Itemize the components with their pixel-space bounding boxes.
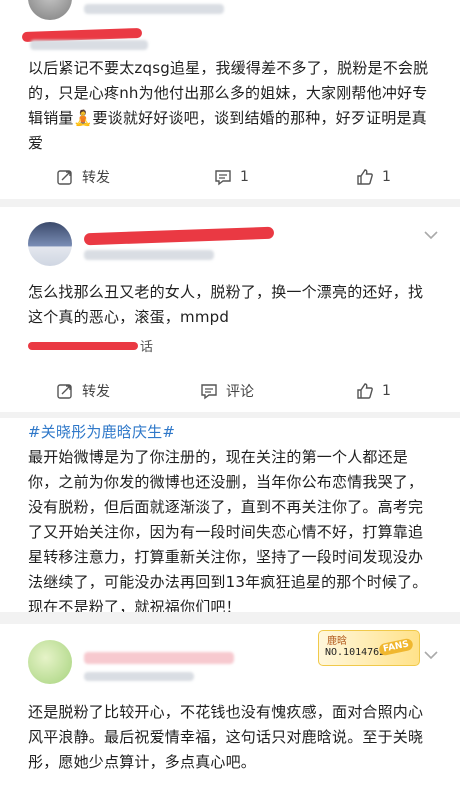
separator	[0, 199, 460, 207]
fan-badge[interactable]: 鹿晗 NO.1014762 FANS	[318, 630, 420, 666]
post1-supertopic-blurred	[30, 40, 148, 50]
post2-avatar[interactable]	[28, 222, 72, 266]
post3-hashtag-link[interactable]: #关晓彤为鹿晗庆生#	[28, 423, 175, 441]
comment-icon	[215, 170, 231, 186]
chevron-down-icon[interactable]	[422, 226, 440, 244]
post2-supertopic-suffix: 话	[140, 340, 154, 355]
chevron-down-icon[interactable]	[422, 646, 440, 664]
fan-badge-fans: FANS	[378, 637, 414, 657]
post2-repost-button[interactable]: 转发	[56, 380, 110, 402]
post1-like-count: 1	[382, 169, 391, 185]
thumbs-up-icon	[357, 383, 373, 399]
post2-supertopic-redacted	[28, 342, 138, 350]
post3-text: 最开始微博是为了你注册的，现在关注的第一个人都还是你，之前为你发的微博也还没删，…	[28, 448, 428, 616]
thumbs-up-icon	[357, 169, 373, 185]
post2-comment-button[interactable]: 评论	[200, 380, 254, 402]
post4-username-blurred	[84, 652, 234, 664]
post2-redacted-username	[83, 226, 275, 246]
fan-badge-number: NO.1014762	[325, 647, 386, 658]
separator	[0, 612, 460, 624]
comment-icon	[201, 384, 217, 400]
post2-text: 怎么找那么丑又老的女人，脱粉了，换一个漂亮的还好，找这个真的恶心，滚蛋，mmpd	[28, 283, 424, 326]
post1-meta-blurred	[84, 4, 224, 14]
post4-meta-blurred	[84, 672, 194, 681]
post1-avatar[interactable]	[28, 0, 72, 20]
post2-repost-label: 转发	[82, 384, 110, 400]
post2-comment-label: 评论	[226, 384, 254, 400]
post2-action-bar: 转发 评论 1	[0, 374, 460, 408]
post1-repost-label: 转发	[82, 170, 110, 186]
post2-like-count: 1	[382, 383, 391, 399]
post1-like-button[interactable]: 1	[356, 166, 391, 188]
repost-icon	[57, 384, 72, 399]
post3-body: #关晓彤为鹿晗庆生# 最开始微博是为了你注册的，现在关注的第一个人都还是你，之前…	[28, 420, 438, 620]
post1-action-bar: 转发 1 1	[0, 160, 460, 194]
post2-like-button[interactable]: 1	[356, 380, 391, 402]
repost-icon	[57, 170, 72, 185]
separator	[0, 412, 460, 418]
post2-meta-blurred	[84, 250, 214, 260]
post1-text: 以后紧记不要太zqsg追星，我缓得差不多了，脱粉是不会脱的，只是心疼nh为他付出…	[28, 59, 429, 152]
post2-supertopic[interactable]: 话	[28, 336, 168, 356]
fan-badge-name: 鹿晗	[327, 636, 347, 647]
post4-text: 还是脱粉了比较开心，不花钱也没有愧疚感，面对合照内心风平浪静。最后祝爱情幸福，这…	[28, 703, 424, 771]
post1-repost-button[interactable]: 转发	[56, 166, 110, 188]
post1-comment-button[interactable]: 1	[214, 166, 249, 188]
post1-comment-count: 1	[240, 169, 249, 185]
post4-avatar[interactable]	[28, 640, 72, 684]
